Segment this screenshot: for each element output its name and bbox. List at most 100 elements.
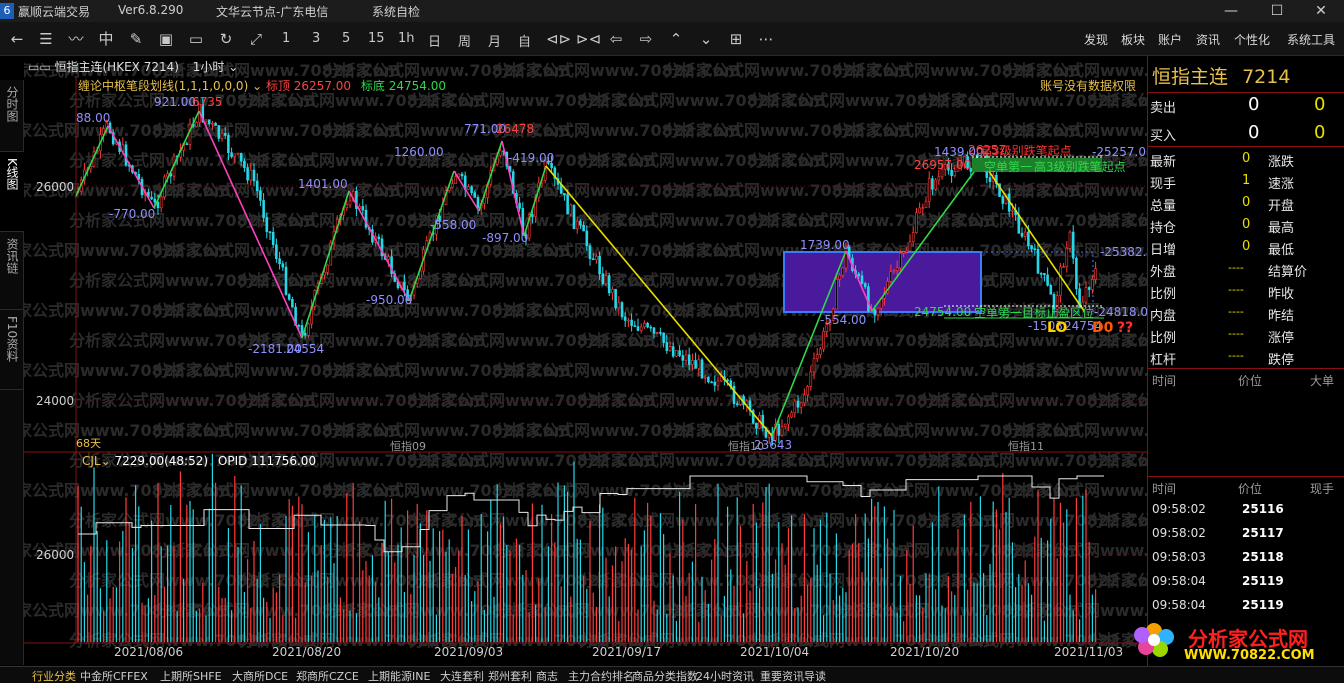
menu-account[interactable]: 账户 [1158,31,1182,48]
quote-label-right: 开盘 [1268,199,1295,214]
bottom-tab[interactable]: 郑州套利 [488,668,532,683]
quote-label: 总量 [1150,199,1177,214]
save-icon[interactable]: ▭ [186,29,206,49]
candle-body [207,119,211,125]
period-selector[interactable]: 1小时 ⌄ [193,60,239,74]
candle-body [1020,232,1024,237]
menu-news[interactable]: 资讯 [1196,31,1220,48]
period-week[interactable]: 周 [458,31,471,50]
arrow-down-icon[interactable]: ⌄ [696,29,716,49]
window-icon[interactable]: ▣ [156,29,176,49]
bottom-tab[interactable]: 24小时资讯 [696,668,754,683]
zoom-icon[interactable]: ⤢ [246,29,266,49]
chevron-down-icon[interactable]: ⌄ [248,79,266,93]
candle-body [1011,209,1014,212]
candle-body [1033,248,1037,251]
candle-icon[interactable]: 中 [96,29,116,49]
line-chart-icon[interactable]: 〰 [66,29,86,49]
candle-body [1049,285,1053,295]
close-button[interactable]: ✕ [1298,0,1344,22]
refresh-icon[interactable]: ↻ [216,29,236,49]
bottom-tab[interactable]: 商志 [536,668,558,683]
date-label: 2021/09/03 [434,645,503,659]
candle-body [252,169,256,182]
period-5m[interactable]: 5 [342,31,350,46]
menu-personalize[interactable]: 个性化 [1234,31,1270,48]
period-3m[interactable]: 3 [312,31,320,46]
watermark-text: 分析家公式网www.70822.Com [1004,181,1148,200]
candle-body [1065,248,1069,267]
period-custom[interactable]: 自 [518,31,531,50]
indicator-name[interactable]: 缠论中枢笔段划线(1,1,1,0,0,0) [78,79,248,93]
candle-body [476,197,480,209]
kline-chart[interactable]: 分析家公式网www.70822.Com 分析家公式网www.70822.Com 分析… [0,56,1336,666]
zoom-in-icon[interactable]: ⊲⊳ [546,29,571,49]
candle-body [582,224,585,232]
menu-sector[interactable]: 板块 [1121,31,1145,48]
arrow-up-icon[interactable]: ⌃ [666,29,686,49]
signal-target-label: 空单第一目标止盈区位 [974,305,1094,320]
tab-f10[interactable]: F10资料 [0,310,24,390]
app-name: 赢顺云端交易 [18,5,91,19]
candle-body [531,214,534,217]
period-15m[interactable]: 15 [368,31,385,46]
candle-body [649,326,653,329]
candle-body [214,122,217,126]
candle-body [1036,248,1040,274]
tab-intraday[interactable]: 分时图 [0,80,24,152]
menu-discover[interactable]: 发现 [1084,31,1108,48]
hdr-price: 价位 [1238,374,1263,388]
grid-icon[interactable]: ⊞ [726,29,746,49]
quote-value: 0 [1242,239,1251,254]
period-1m[interactable]: 1 [282,31,290,46]
period-1h[interactable]: 1h [398,31,415,46]
candle-body [636,326,640,331]
sell-volume: 0 [1314,94,1326,115]
days-label: 68天 [76,437,101,450]
draw-icon[interactable]: ✎ [126,29,146,49]
sell-row[interactable]: 卖出 0 0 [1148,94,1344,116]
date-label: 2021/10/20 [890,645,959,659]
vol-indicator[interactable]: CJL [82,454,101,468]
candle-body [1023,231,1027,237]
bottom-tab[interactable]: 上期所SHFE [160,668,222,683]
bottom-tab[interactable]: 中金所CFFEX [80,668,148,683]
signal-top-label-3: 高3级别跌笔起点 [1034,159,1126,174]
back-arrow-icon[interactable]: ← [7,29,27,49]
arrow-left-icon[interactable]: ⇦ [606,29,626,49]
system-check[interactable]: 系统自检 [372,3,420,20]
candle-body [934,179,937,190]
buy-price: 0 [1248,122,1260,143]
bottom-tab[interactable]: 主力合约排名 [568,668,634,683]
candle-body [211,122,214,125]
bottom-tab[interactable]: 大商所DCE [232,668,288,683]
candle-body [803,394,806,404]
maximize-button[interactable]: ☐ [1254,0,1300,22]
tab-kline[interactable]: K线图 [0,152,24,232]
bottom-tab[interactable]: 重要资讯导读 [760,668,826,683]
bottom-tab[interactable]: 商品分类指数 [632,668,698,683]
menu-system-tools[interactable]: 系统工具 [1287,31,1335,48]
period-month[interactable]: 月 [488,31,501,50]
chart-symbol[interactable]: 恒指主连(HKEX 7214) [55,60,179,74]
chevron-down-icon[interactable]: ⌄ [101,454,115,468]
minimize-button[interactable]: — [1208,0,1254,22]
bottom-tab[interactable]: 大连套利 [440,668,484,683]
buy-row[interactable]: 买入 0 0 [1148,122,1344,144]
bottom-tab[interactable]: 行业分类 [32,668,76,683]
price-annotation: -419.00 [508,151,554,165]
candle-body [726,379,729,382]
server-node[interactable]: 文华云节点-广东电信 [216,3,328,20]
list-icon[interactable]: ☰ [36,29,56,49]
candle-body [806,386,809,396]
tab-news-chain-label: 资讯链 [5,238,19,274]
period-day[interactable]: 日 [428,31,441,50]
tab-news-chain[interactable]: 资讯链 [0,232,24,310]
bottom-tab[interactable]: 上期能源INE [368,668,430,683]
bottom-tab[interactable]: 郑商所CZCE [296,668,359,683]
arrow-right-icon[interactable]: ⇨ [636,29,656,49]
tick-row: 09:58:02 25116 [1148,498,1344,522]
more-icon[interactable]: ⋯ [756,29,776,49]
zoom-out-icon[interactable]: ⊳⊲ [576,29,601,49]
chart-area[interactable]: 分析家公式网www.70822.Com 分析家公式网www.70822.Com 分析… [0,56,1336,666]
